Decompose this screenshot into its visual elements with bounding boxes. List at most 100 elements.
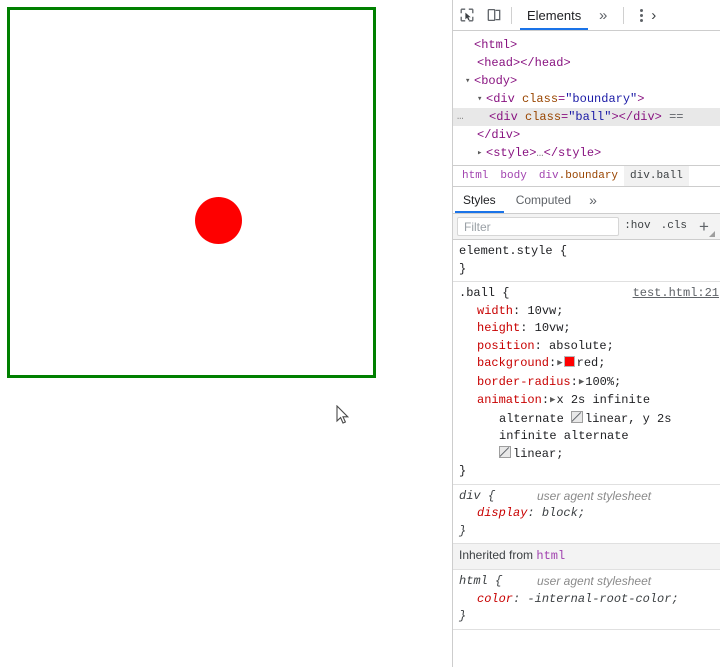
declaration-value[interactable]: 100%; xyxy=(585,375,621,389)
css-rules-list[interactable]: element.style { } .ball { test.html:21 w… xyxy=(453,240,720,643)
dom-row-ellipsis-badge[interactable]: … xyxy=(457,108,465,126)
declaration-animation[interactable]: animation:▶x 2s infinite xyxy=(459,392,720,411)
breadcrumb-item-div-ball[interactable]: div.ball xyxy=(624,166,689,186)
new-style-rule-label: + xyxy=(699,216,709,236)
dom-tree[interactable]: ▸<html> <head></head> ▾<body> ▾<div clas… xyxy=(453,31,720,165)
breadcrumb-item-html[interactable]: html xyxy=(456,166,494,186)
dom-attr-value-boundary: "boundary" xyxy=(565,92,638,106)
new-style-rule-button[interactable]: + xyxy=(692,216,716,238)
expander-triangle-icon[interactable]: ▶ xyxy=(556,355,563,373)
styles-tabs-overflow-label: » xyxy=(589,192,597,208)
declaration-property[interactable]: border-radius xyxy=(477,375,571,389)
declaration-value[interactable]: absolute; xyxy=(549,339,614,353)
tab-computed[interactable]: Computed xyxy=(506,187,581,213)
declaration-value[interactable]: red; xyxy=(577,356,606,370)
device-toolbar-icon[interactable] xyxy=(480,2,507,28)
rule-close-brace: } xyxy=(459,261,467,276)
dom-attr-value-ball: "ball" xyxy=(568,110,612,124)
declaration-property[interactable]: display xyxy=(477,506,527,520)
declaration-value[interactable]: 10vw; xyxy=(535,321,571,335)
rule-html-ua[interactable]: html { user agent stylesheet color: -int… xyxy=(453,570,720,630)
declaration-value[interactable]: -internal-root-color; xyxy=(527,592,678,606)
dom-tag-div-ball: div xyxy=(496,110,518,124)
breadcrumb-item-div-boundary[interactable]: div.boundary xyxy=(533,166,624,186)
declaration-value[interactable]: block; xyxy=(542,506,585,520)
declaration-animation-line2: alternate linear, y 2s xyxy=(459,410,720,429)
dom-style-inner: … xyxy=(536,146,544,160)
tabs-overflow-label: » xyxy=(599,6,608,24)
rule-div-ua[interactable]: div { user agent stylesheet display: blo… xyxy=(453,485,720,544)
dom-row-div-close[interactable]: </div> xyxy=(453,126,720,144)
inherited-from-tag[interactable]: html xyxy=(536,549,565,563)
dom-row-div-ball[interactable]: … <div class="ball"></div> == xyxy=(453,108,720,126)
page-viewport xyxy=(0,0,452,667)
more-options-icon[interactable] xyxy=(631,2,651,28)
breadcrumb-item-div-boundary-class: .boundary xyxy=(558,170,619,182)
declaration-position[interactable]: position: absolute; xyxy=(459,338,720,356)
expander-arrow-boundary[interactable]: ▾ xyxy=(477,90,486,108)
easing-curve-icon[interactable] xyxy=(571,410,584,423)
declaration-display[interactable]: display: block; xyxy=(459,505,720,523)
animation-cont-text-1: alternate xyxy=(499,411,572,426)
rule-close-brace-line: } xyxy=(459,608,720,626)
dom-row-style[interactable]: ▸ <style>…</style> xyxy=(453,144,720,162)
declaration-value[interactable]: x 2s infinite xyxy=(556,393,650,407)
rule-close-brace: } xyxy=(459,523,467,538)
expander-triangle-icon[interactable]: ▶ xyxy=(549,392,556,410)
expander-arrow-body[interactable]: ▾ xyxy=(465,72,474,90)
color-swatch-red[interactable] xyxy=(563,356,575,367)
declaration-background[interactable]: background:▶ red; xyxy=(459,355,720,374)
chevron-right-icon[interactable]: › xyxy=(651,2,667,28)
tabs-overflow-icon[interactable]: » xyxy=(590,2,616,28)
animation-cont-after-1: linear, y 2s xyxy=(585,411,672,426)
resize-corner-handle[interactable] xyxy=(709,230,715,237)
breadcrumb-item-body[interactable]: body xyxy=(494,166,532,186)
rule-source-link[interactable]: test.html:21 xyxy=(633,285,719,303)
expander-triangle-icon[interactable]: ▶ xyxy=(578,374,585,392)
toolbar-divider-2 xyxy=(623,6,625,24)
declaration-height[interactable]: height: 10vw; xyxy=(459,320,720,338)
declaration-property[interactable]: height xyxy=(477,321,520,335)
styles-filter-placeholder: Filter xyxy=(464,219,491,234)
dom-attr-name-ball: class xyxy=(525,110,562,124)
declaration-width[interactable]: width: 10vw; xyxy=(459,303,720,321)
expander-arrow-style[interactable]: ▸ xyxy=(477,144,486,162)
declaration-property[interactable]: animation xyxy=(477,393,542,407)
declaration-property[interactable]: position xyxy=(477,339,535,353)
hov-toggle-button[interactable]: :hov xyxy=(619,217,655,236)
ball-element[interactable] xyxy=(195,197,242,244)
dom-row-head[interactable]: <head></head> xyxy=(453,54,720,72)
rule-selector[interactable]: div xyxy=(459,489,481,503)
rule-selector[interactable]: element.style xyxy=(459,244,553,258)
rule-element-style[interactable]: element.style { } xyxy=(453,240,720,282)
declaration-value[interactable]: 10vw; xyxy=(527,304,563,318)
animation-cont-after-3: linear; xyxy=(513,446,564,461)
rule-selector[interactable]: .ball xyxy=(459,286,495,300)
styles-tabs-overflow-icon[interactable]: » xyxy=(581,187,605,213)
easing-curve-icon[interactable] xyxy=(499,445,511,458)
devtools-toolbar: Elements » › xyxy=(453,0,720,31)
rule-ball[interactable]: .ball { test.html:21 width: 10vw; height… xyxy=(453,282,720,485)
dom-tag-div: div xyxy=(493,92,515,106)
dom-row-body-close[interactable]: </body> xyxy=(453,162,720,165)
declaration-border-radius[interactable]: border-radius:▶100%; xyxy=(459,374,720,393)
tab-elements[interactable]: Elements xyxy=(518,0,590,30)
animation-cont-text-2: infinite alternate xyxy=(499,429,629,443)
dom-row-div-boundary[interactable]: ▾ <div class="boundary"> xyxy=(453,90,720,108)
declaration-property[interactable]: width xyxy=(477,304,513,318)
styles-filter-input[interactable]: Filter xyxy=(457,217,620,236)
rule-open-brace: { xyxy=(559,244,568,258)
dom-row-body[interactable]: ▾ <body> xyxy=(453,72,720,90)
rule-selector[interactable]: html xyxy=(459,574,488,588)
rule-close-brace-line: } xyxy=(459,523,720,541)
dom-attr-name: class xyxy=(522,92,559,106)
cls-toggle-button[interactable]: .cls xyxy=(656,217,692,236)
declaration-property[interactable]: color xyxy=(477,592,513,606)
dom-row-html[interactable]: ▸<html> xyxy=(453,36,720,54)
declaration-color[interactable]: color: -internal-root-color; xyxy=(459,591,720,609)
declaration-property[interactable]: background xyxy=(477,356,549,370)
inspect-element-icon[interactable] xyxy=(453,2,480,28)
rule-selector-line: .ball { test.html:21 xyxy=(459,285,720,303)
tab-styles[interactable]: Styles xyxy=(453,187,506,213)
dom-tag-style-close: style xyxy=(558,146,595,160)
